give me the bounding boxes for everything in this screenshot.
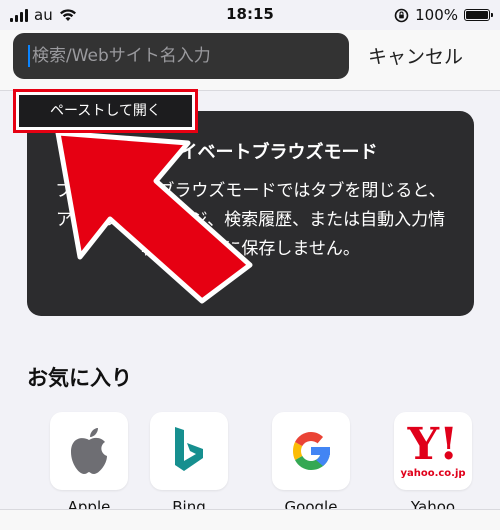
address-field[interactable] bbox=[13, 33, 349, 79]
bing-icon bbox=[175, 427, 203, 471]
favorites-heading: お気に入り bbox=[27, 366, 132, 390]
google-icon bbox=[293, 432, 330, 470]
favorite-tile[interactable] bbox=[272, 412, 350, 490]
favorite-tile[interactable] bbox=[150, 412, 228, 490]
paste-and-open-menu-item[interactable]: ペーストして開く bbox=[19, 95, 192, 127]
favorite-yahoo[interactable]: Y! yahoo.co.jp Yahoo bbox=[388, 412, 478, 516]
favorite-apple[interactable]: Apple bbox=[44, 412, 134, 516]
yahoo-logo-mark: Y! bbox=[407, 419, 459, 470]
yahoo-icon: Y! yahoo.co.jp bbox=[400, 423, 465, 479]
text-cursor bbox=[28, 45, 30, 67]
battery-icon bbox=[464, 9, 493, 21]
battery-percent: 100% bbox=[415, 6, 458, 24]
favorite-tile[interactable]: Y! yahoo.co.jp bbox=[394, 412, 472, 490]
orientation-lock-icon bbox=[394, 8, 409, 23]
status-bar: au 18:15 100% bbox=[0, 0, 500, 30]
safari-private-browsing-screen: au 18:15 100% 検索/Webサイト名入力 キャンセル プライベートブ… bbox=[0, 0, 500, 530]
address-bar-area: キャンセル bbox=[0, 30, 500, 91]
status-right: 100% bbox=[394, 5, 493, 25]
favorite-tile[interactable] bbox=[50, 412, 128, 490]
cancel-button[interactable]: キャンセル bbox=[368, 42, 463, 69]
yahoo-logo-url: yahoo.co.jp bbox=[400, 468, 466, 479]
favorite-bing[interactable]: Bing bbox=[144, 412, 234, 516]
red-arrow-annotation-icon bbox=[55, 130, 253, 304]
battery-fill bbox=[466, 11, 488, 19]
apple-icon bbox=[71, 428, 107, 474]
favorite-google[interactable]: Google bbox=[266, 412, 356, 516]
search-input[interactable] bbox=[32, 45, 332, 67]
paste-popup-highlight: ペーストして開く bbox=[13, 89, 198, 133]
bottom-toolbar-edge bbox=[0, 509, 500, 530]
